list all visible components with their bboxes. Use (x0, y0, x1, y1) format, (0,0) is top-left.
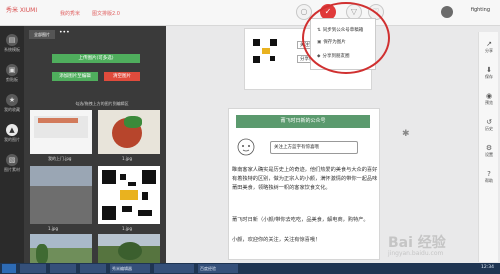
tab-all-images[interactable]: 全部图片 (29, 30, 55, 39)
annotation-circle (302, 2, 390, 74)
clipboard-icon: ▣ (6, 64, 18, 76)
nav-editor[interactable]: 图文排版2.0 (92, 10, 120, 17)
watermark: Bai 经验 jingyan.baidu.com (388, 235, 446, 257)
top-bar: 秀米 XIUMI 我的秀米 图文排版2.0 ○ ✓ ▽ ♡ fighting (0, 0, 500, 26)
more-icon[interactable]: ••• (59, 29, 70, 36)
tool-help[interactable]: ? 帮助 (479, 170, 499, 184)
tool-share[interactable]: ↗ 分享 (479, 40, 499, 54)
article-paragraph[interactable]: 睢南客家人确实是历史上的奇迹，他们热爱的美食与大众的喜好有着独特的区别，做为正宗… (232, 166, 378, 193)
clear-images-button[interactable]: 清空图片 (104, 72, 140, 81)
material-icon: ▧ (6, 154, 18, 166)
sidebar-item-clipboard[interactable]: ▣ 剪贴板 (0, 64, 24, 83)
preview-icon: ◉ (485, 92, 493, 100)
add-to-editor-button[interactable]: 添加图片至编辑 (52, 72, 98, 81)
taskbar-item[interactable]: 百度经验 (198, 264, 238, 273)
image-caption: 1.jpg (122, 226, 133, 231)
image-caption: 1.jpg (122, 156, 133, 161)
image-thumbnail[interactable] (30, 166, 92, 224)
sidebar-item-materials[interactable]: ▧ 图片素材 (0, 154, 24, 173)
image-caption: 1.jpg (48, 226, 59, 231)
sidebar-item-label: 我的收藏 (4, 107, 20, 112)
taskbar-item[interactable] (50, 264, 76, 273)
user-name[interactable]: fighting (471, 7, 490, 13)
left-sidebar: ▤ 系统模板 ▣ 剪贴板 ★ 我的收藏 ▲ 我的图片 ▧ 图片素材 (0, 26, 24, 274)
right-toolbar: ↗ 分享 ⬇ 保存 ◉ 预览 ↺ 历史 ⚙ 设置 ? 帮助 (478, 32, 498, 262)
article-paragraph[interactable]: 莆飞时日新（小颜/带你去吃吃，品美食，解电商，购特产。 (232, 216, 378, 225)
clock: 12:34 (481, 265, 494, 270)
qr-code-image (251, 37, 279, 65)
sidebar-item-templates[interactable]: ▤ 系统模板 (0, 34, 24, 53)
sidebar-item-my-images[interactable]: ▲ 我的图片 (0, 124, 24, 143)
help-icon: ? (487, 170, 491, 178)
tool-preview[interactable]: ◉ 预览 (479, 92, 499, 106)
taskbar: 秀米编辑器 百度经验 12:34 (0, 263, 500, 274)
image-panel: 全部图片 ••• 上传图片(可多选) 添加图片至编辑 清空图片 勾选/拖拽上方的… (24, 26, 166, 274)
follow-bubble[interactable]: 关注上方蓝字有惊喜哦 (270, 141, 358, 154)
article-title[interactable]: 莆飞时日新的公众号 (236, 115, 370, 128)
sidebar-item-label: 图片素材 (4, 167, 20, 172)
settings-icon: ⚙ (485, 144, 493, 152)
sidebar-item-favorites[interactable]: ★ 我的收藏 (0, 94, 24, 113)
tool-history[interactable]: ↺ 历史 (479, 118, 499, 132)
qr-code-image[interactable] (98, 166, 160, 224)
taskbar-item[interactable] (154, 264, 194, 273)
history-icon: ↺ (486, 118, 492, 126)
upload-button[interactable]: 上传图片(可多选) (52, 54, 140, 63)
sidebar-item-label: 系统模板 (4, 47, 20, 52)
nav-my-xiumi[interactable]: 我的秀米 (60, 10, 80, 17)
gear-icon[interactable]: ✱ (402, 129, 410, 139)
article-paragraph[interactable]: 小颜，欢迎你的关注，关注有惊喜哦！ (232, 236, 378, 245)
taskbar-item[interactable]: 秀米编辑器 (110, 264, 150, 273)
template-icon: ▤ (6, 34, 18, 46)
favorite-icon: ★ (6, 94, 18, 106)
avatar[interactable] (441, 6, 453, 18)
taskbar-item[interactable] (80, 264, 106, 273)
image-thumbnail[interactable] (30, 110, 92, 154)
sidebar-item-label: 我的图片 (4, 137, 20, 142)
brand-logo[interactable]: 秀米 XIUMI (6, 5, 37, 14)
image-thumbnail[interactable] (98, 110, 160, 154)
image-icon: ▲ (6, 124, 18, 136)
save-icon: ⬇ (486, 66, 492, 74)
image-caption: 我的上门.jpg (48, 156, 72, 161)
share-arrow-icon: ↗ (486, 40, 492, 48)
tool-settings[interactable]: ⚙ 设置 (479, 144, 499, 158)
tool-save[interactable]: ⬇ 保存 (479, 66, 499, 80)
taskbar-item[interactable] (20, 264, 46, 273)
drag-hint: 勾选/拖拽上方的图片到编辑区 (75, 101, 129, 106)
start-button[interactable] (2, 264, 16, 273)
cartoon-face-icon (236, 136, 256, 158)
sidebar-item-label: 剪贴板 (6, 77, 18, 82)
